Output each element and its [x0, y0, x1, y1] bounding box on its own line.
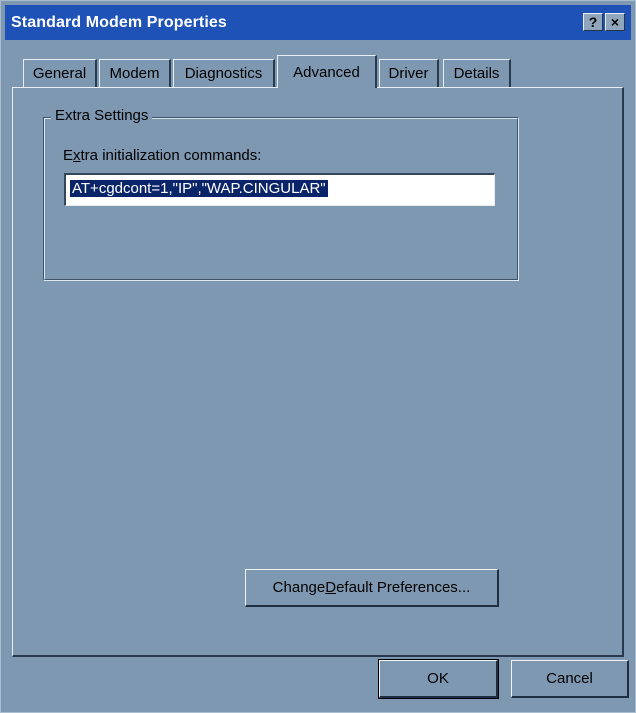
- selected-text: AT+cgdcont=1,"IP","WAP.CINGULAR": [70, 180, 328, 197]
- window-title: Standard Modem Properties: [11, 13, 227, 31]
- tab-advanced[interactable]: Advanced: [277, 55, 377, 88]
- extra-init-commands-label: Extra initialization commands:: [63, 147, 262, 164]
- title-bar: Standard Modem Properties ? ×: [5, 5, 631, 40]
- help-button[interactable]: ?: [583, 13, 603, 31]
- extra-init-commands-input[interactable]: AT+cgdcont=1,"IP","WAP.CINGULAR": [64, 173, 495, 206]
- tab-driver[interactable]: Driver: [379, 59, 439, 87]
- accelerator-x: x: [73, 147, 81, 164]
- ok-button[interactable]: OK: [378, 659, 499, 699]
- tab-details[interactable]: Details: [443, 59, 511, 87]
- tab-modem[interactable]: Modem: [99, 59, 171, 87]
- close-button[interactable]: ×: [605, 13, 625, 31]
- title-bar-buttons: ? ×: [583, 13, 625, 31]
- modem-properties-window: Standard Modem Properties ? × General Mo…: [0, 0, 636, 713]
- change-default-preferences-button[interactable]: Change Default Preferences...: [245, 569, 499, 607]
- extra-settings-legend: Extra Settings: [51, 107, 153, 124]
- cancel-button[interactable]: Cancel: [511, 660, 629, 698]
- tab-diagnostics[interactable]: Diagnostics: [173, 59, 275, 87]
- tab-general[interactable]: General: [23, 59, 97, 87]
